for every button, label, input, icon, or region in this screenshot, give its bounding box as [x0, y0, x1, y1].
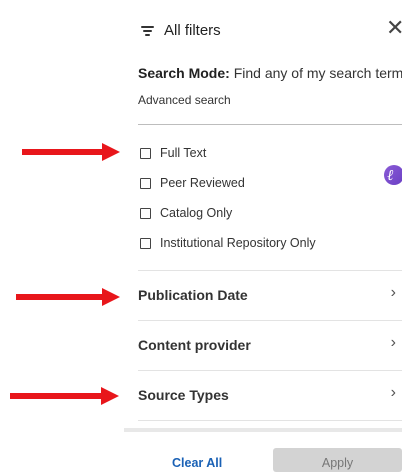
- section-publication-date[interactable]: Publication Date ›: [138, 272, 402, 322]
- divider: [138, 370, 402, 371]
- divider: [138, 320, 402, 321]
- divider: [138, 270, 402, 271]
- assistant-badge-icon[interactable]: ℓ: [384, 165, 402, 185]
- checkbox-box[interactable]: [140, 147, 151, 159]
- checkbox-label: Catalog Only: [160, 206, 233, 220]
- footer-separator: [124, 428, 402, 432]
- checkbox-full-text[interactable]: Full Text: [140, 144, 206, 162]
- advanced-search-link[interactable]: Advanced search: [138, 93, 231, 107]
- filters-title: All filters: [164, 22, 221, 39]
- search-mode-value: Find any of my search terms: [233, 65, 402, 81]
- checkbox-catalog-only[interactable]: Catalog Only: [140, 204, 232, 222]
- section-content-provider[interactable]: Content provider ›: [138, 322, 402, 372]
- filter-lines-icon: [141, 26, 154, 36]
- red-arrow-source-types: [10, 387, 119, 405]
- section-label: Source Types: [138, 387, 229, 403]
- search-mode-label: Search Mode:: [138, 65, 230, 81]
- checkbox-box[interactable]: [140, 177, 151, 189]
- checkbox-label: Institutional Repository Only: [160, 236, 316, 250]
- checkbox-institutional-repository-only[interactable]: Institutional Repository Only: [140, 234, 316, 252]
- divider: [138, 124, 402, 125]
- chevron-right-icon: ›: [390, 384, 396, 401]
- section-label: Content provider: [138, 337, 251, 353]
- checkbox-label: Full Text: [160, 146, 207, 160]
- divider: [138, 420, 402, 421]
- section-label: Publication Date: [138, 287, 248, 303]
- checkbox-box[interactable]: [140, 237, 151, 249]
- filters-header: All filters ✕: [124, 0, 402, 56]
- badge-glyph: ℓ: [387, 166, 394, 184]
- search-mode[interactable]: Search Mode: Find any of my search terms: [138, 65, 402, 81]
- filters-panel: All filters ✕ Search Mode: Find any of m…: [124, 0, 402, 472]
- close-icon[interactable]: ✕: [386, 17, 402, 39]
- checkbox-label: Peer Reviewed: [160, 176, 245, 190]
- chevron-right-icon: ›: [390, 334, 396, 351]
- section-source-types[interactable]: Source Types ›: [138, 372, 402, 422]
- chevron-right-icon: ›: [390, 284, 396, 301]
- checkbox-peer-reviewed[interactable]: Peer Reviewed: [140, 174, 245, 192]
- red-arrow-full-text: [22, 143, 120, 161]
- red-arrow-publication-date: [16, 288, 120, 306]
- apply-button[interactable]: Apply: [273, 448, 402, 472]
- checkbox-box[interactable]: [140, 207, 151, 219]
